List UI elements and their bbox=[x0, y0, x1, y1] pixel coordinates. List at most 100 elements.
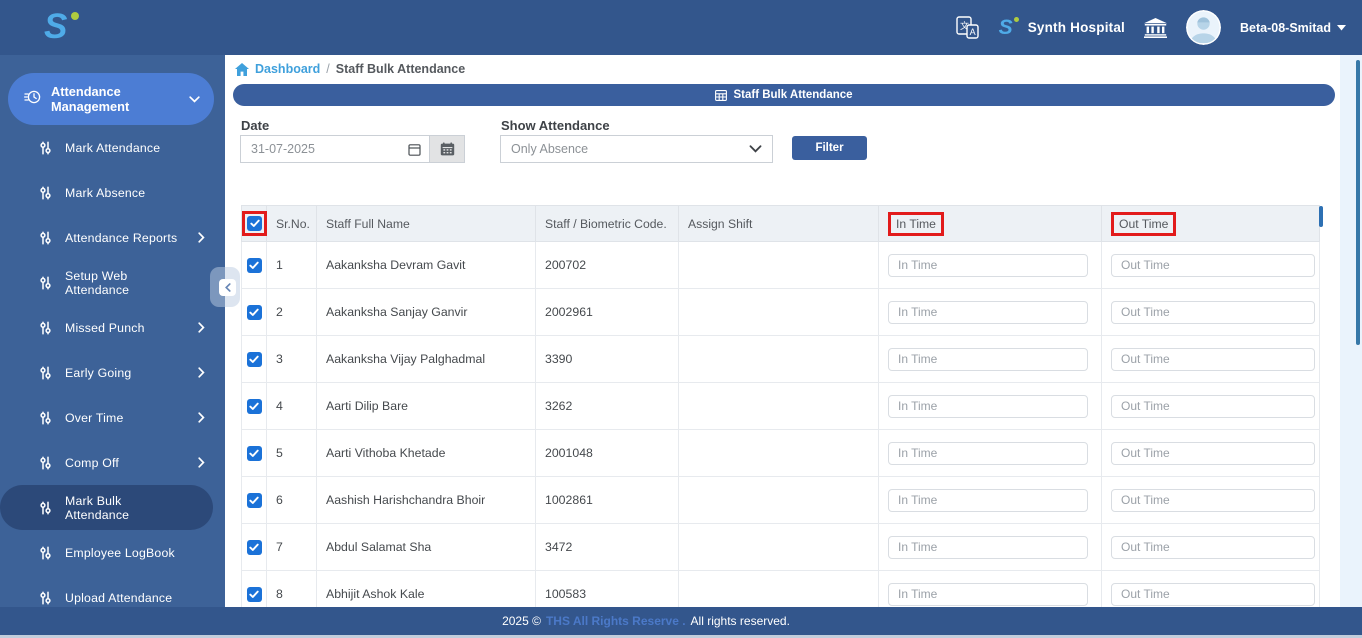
grid-table-icon bbox=[715, 90, 727, 101]
row-checkbox[interactable] bbox=[247, 587, 262, 602]
in-time-input[interactable] bbox=[888, 442, 1088, 465]
sliders-icon bbox=[38, 501, 52, 515]
check-icon bbox=[250, 219, 260, 228]
table-scrollbar-thumb[interactable] bbox=[1319, 206, 1323, 227]
table-row: 6 Aashish Harishchandra Bhoir 1002861 bbox=[242, 477, 1320, 524]
brand-dot bbox=[1014, 17, 1019, 22]
sidebar-item-mark-attendance[interactable]: Mark Attendance bbox=[0, 125, 225, 170]
row-assign-shift bbox=[679, 242, 879, 289]
sidebar-item-label: Employee LogBook bbox=[65, 546, 185, 560]
in-time-input[interactable] bbox=[888, 489, 1088, 512]
row-biometric-code: 3472 bbox=[536, 524, 679, 571]
sidebar-item-mark-absence[interactable]: Mark Absence bbox=[0, 170, 225, 215]
in-time-input[interactable] bbox=[888, 395, 1088, 418]
sidebar-item-label: Comp Off bbox=[65, 456, 185, 470]
sidebar-item-setup-web-attendance[interactable]: Setup Web Attendance bbox=[0, 260, 225, 305]
sidebar-section-attendance-management[interactable]: Attendance Management bbox=[8, 73, 214, 125]
user-menu[interactable]: Beta-08-Smitad bbox=[1240, 21, 1346, 35]
row-checkbox[interactable] bbox=[247, 540, 262, 555]
date-input-group: 31-07-2025 bbox=[240, 135, 465, 163]
row-staff-name: Aakanksha Vijay Palghadmal bbox=[317, 336, 536, 383]
sliders-icon bbox=[38, 276, 52, 290]
breadcrumb-separator: / bbox=[326, 62, 329, 76]
date-picker-icon[interactable] bbox=[408, 143, 421, 156]
sidebar-item-employee-logbook[interactable]: Employee LogBook bbox=[0, 530, 225, 575]
attendance-table-body: 1 Aakanksha Devram Gavit 200702 2 Aakank… bbox=[242, 242, 1320, 618]
sidebar-collapse-toggle[interactable] bbox=[210, 267, 240, 307]
show-attendance-label: Show Attendance bbox=[501, 118, 610, 133]
row-srno: 6 bbox=[267, 477, 317, 524]
sliders-icon bbox=[38, 321, 52, 335]
in-time-input[interactable] bbox=[888, 348, 1088, 371]
sidebar-item-comp-off[interactable]: Comp Off bbox=[0, 440, 225, 485]
row-checkbox[interactable] bbox=[247, 258, 262, 273]
row-assign-shift bbox=[679, 336, 879, 383]
out-time-input[interactable] bbox=[1111, 301, 1315, 324]
row-checkbox[interactable] bbox=[247, 305, 262, 320]
table-row: 4 Aarti Dilip Bare 3262 bbox=[242, 383, 1320, 430]
check-icon bbox=[249, 261, 259, 270]
app-logo[interactable]: S bbox=[44, 3, 67, 51]
row-checkbox[interactable] bbox=[247, 399, 262, 414]
out-time-input[interactable] bbox=[1111, 489, 1315, 512]
in-time-input[interactable] bbox=[888, 536, 1088, 559]
row-checkbox[interactable] bbox=[247, 493, 262, 508]
user-avatar[interactable] bbox=[1186, 10, 1221, 45]
col-header-srno: Sr.No. bbox=[267, 206, 317, 242]
filter-button[interactable]: Filter bbox=[792, 136, 867, 160]
sliders-icon bbox=[38, 591, 52, 605]
check-icon bbox=[249, 402, 259, 411]
sidebar-item-label: Missed Punch bbox=[65, 321, 185, 335]
check-icon bbox=[249, 308, 259, 317]
row-staff-name: Aarti Dilip Bare bbox=[317, 383, 536, 430]
sidebar-item-label: Upload Attendance bbox=[65, 591, 185, 605]
sliders-icon bbox=[38, 456, 52, 470]
out-time-input[interactable] bbox=[1111, 348, 1315, 371]
page-scrollbar-thumb[interactable] bbox=[1356, 60, 1360, 345]
check-icon bbox=[249, 543, 259, 552]
sidebar-item-early-going[interactable]: Early Going bbox=[0, 350, 225, 395]
sidebar-section-label: Attendance Management bbox=[51, 84, 179, 114]
language-translate-icon[interactable]: 文 A bbox=[955, 15, 980, 41]
sidebar-item-missed-punch[interactable]: Missed Punch bbox=[0, 305, 225, 350]
brand-s-icon: S bbox=[999, 16, 1013, 40]
staff-bulk-attendance-screen: S 文 A S Synth Hospital bbox=[0, 0, 1362, 638]
col-header-shift: Assign Shift bbox=[679, 206, 879, 242]
table-header-row: Sr.No. Staff Full Name Staff / Biometric… bbox=[242, 206, 1320, 242]
show-attendance-select[interactable]: Only Absence bbox=[500, 135, 773, 163]
breadcrumb-current: Staff Bulk Attendance bbox=[336, 62, 465, 76]
table-row: 3 Aakanksha Vijay Palghadmal 3390 bbox=[242, 336, 1320, 383]
out-time-input[interactable] bbox=[1111, 583, 1315, 606]
select-all-checkbox[interactable] bbox=[247, 216, 262, 231]
out-time-input[interactable] bbox=[1111, 536, 1315, 559]
row-checkbox[interactable] bbox=[247, 352, 262, 367]
page-footer: 2025 © THS All Rights Reserve . All righ… bbox=[0, 607, 1362, 635]
in-time-input[interactable] bbox=[888, 301, 1088, 324]
calendar-button[interactable] bbox=[430, 135, 465, 163]
footer-ths-link[interactable]: THS All Rights Reserve . bbox=[546, 614, 686, 628]
sidebar-item-over-time[interactable]: Over Time bbox=[0, 395, 225, 440]
breadcrumb-dashboard-link[interactable]: Dashboard bbox=[255, 62, 320, 76]
row-staff-name: Abdul Salamat Sha bbox=[317, 524, 536, 571]
in-time-input[interactable] bbox=[888, 583, 1088, 606]
institution-bank-icon[interactable] bbox=[1144, 18, 1167, 38]
col-header-out-time: Out Time bbox=[1111, 212, 1176, 236]
chevron-left-icon bbox=[219, 279, 236, 296]
in-time-input[interactable] bbox=[888, 254, 1088, 277]
check-icon bbox=[249, 496, 259, 505]
out-time-input[interactable] bbox=[1111, 254, 1315, 277]
out-time-input[interactable] bbox=[1111, 395, 1315, 418]
main-content: Dashboard / Staff Bulk Attendance Staff … bbox=[225, 55, 1340, 608]
out-time-input[interactable] bbox=[1111, 442, 1315, 465]
table-row: 1 Aakanksha Devram Gavit 200702 bbox=[242, 242, 1320, 289]
col-header-code: Staff / Biometric Code. bbox=[536, 206, 679, 242]
check-icon bbox=[249, 355, 259, 364]
sidebar-item-attendance-reports[interactable]: Attendance Reports bbox=[0, 215, 225, 260]
date-input[interactable]: 31-07-2025 bbox=[240, 135, 430, 163]
sliders-icon bbox=[38, 411, 52, 425]
sidebar-item-mark-bulk-attendance[interactable]: Mark Bulk Attendance bbox=[0, 485, 213, 530]
row-assign-shift bbox=[679, 289, 879, 336]
user-name: Beta-08-Smitad bbox=[1240, 21, 1331, 35]
row-checkbox[interactable] bbox=[247, 446, 262, 461]
sidebar-item-label: Mark Attendance bbox=[65, 141, 185, 155]
